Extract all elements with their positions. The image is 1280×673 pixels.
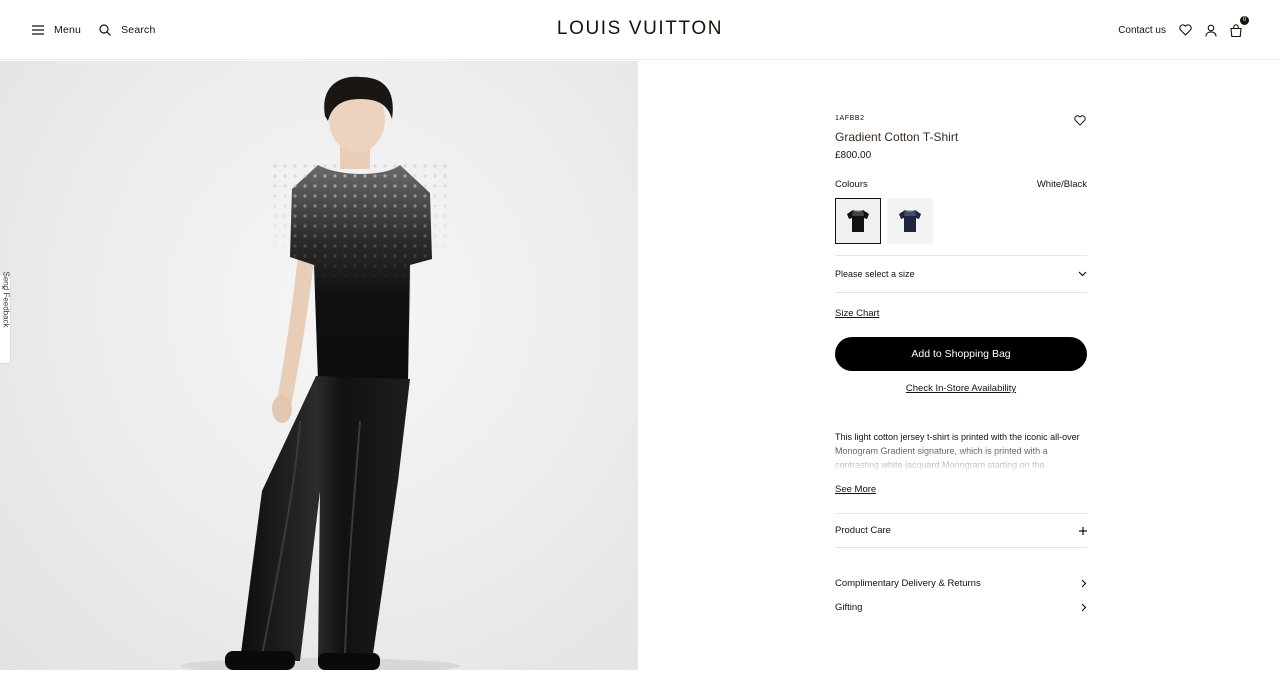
brand-logo[interactable]: LOUIS VUITTON xyxy=(0,18,1280,40)
header-right: Contact us 0 xyxy=(1118,0,1249,60)
product-care-accordion[interactable]: Product Care xyxy=(835,514,1087,547)
product-title: Gradient Cotton T-Shirt xyxy=(835,130,959,144)
check-in-store-availability-link[interactable]: Check In-Store Availability xyxy=(906,383,1016,394)
size-selector[interactable]: Please select a size xyxy=(835,256,1087,292)
gifting-link[interactable]: Gifting xyxy=(835,599,1087,615)
account-icon[interactable] xyxy=(1205,24,1217,37)
divider xyxy=(835,292,1087,293)
colour-swatches xyxy=(835,198,933,244)
product-care-label: Product Care xyxy=(835,525,891,536)
bag-count-badge: 0 xyxy=(1240,15,1249,25)
shopping-bag-icon[interactable]: 0 xyxy=(1230,15,1249,37)
size-placeholder: Please select a size xyxy=(835,269,915,279)
model-illustration xyxy=(180,76,460,670)
selected-colour-name: White/Black xyxy=(1036,179,1087,190)
send-feedback-tab[interactable]: × Send Feedback xyxy=(0,271,11,364)
chevron-right-icon xyxy=(1081,603,1087,612)
chevron-down-icon xyxy=(1078,271,1087,277)
gifting-label: Gifting xyxy=(835,601,863,613)
product-description: This light cotton jersey t-shirt is prin… xyxy=(835,432,1080,470)
contact-us-link[interactable]: Contact us xyxy=(1118,25,1166,36)
add-to-shopping-bag-button[interactable]: Add to Shopping Bag xyxy=(835,337,1087,371)
plus-icon xyxy=(1079,526,1087,535)
tshirt-navy-icon xyxy=(899,210,921,232)
site-header: Menu Search LOUIS VUITTON Contact us 0 xyxy=(0,0,1280,60)
product-sku: 1AFBB2 xyxy=(835,115,865,122)
see-more-link[interactable]: See More xyxy=(835,484,876,495)
divider xyxy=(835,547,1087,548)
wishlist-heart-icon[interactable] xyxy=(1179,24,1192,36)
chevron-right-icon xyxy=(1081,579,1087,588)
feedback-label: Send Feedback xyxy=(1,271,11,328)
product-price: £800.00 xyxy=(835,150,872,161)
size-chart-link[interactable]: Size Chart xyxy=(835,308,879,319)
add-to-wishlist-heart-icon[interactable] xyxy=(1074,115,1086,126)
colour-swatch-black[interactable] xyxy=(835,198,881,244)
product-image[interactable] xyxy=(0,61,638,670)
colour-swatch-navy[interactable] xyxy=(887,198,933,244)
delivery-returns-label: Complimentary Delivery & Returns xyxy=(835,577,981,589)
tshirt-black-icon xyxy=(847,210,869,232)
store-availability-row: Check In-Store Availability xyxy=(835,383,1087,394)
delivery-returns-link[interactable]: Complimentary Delivery & Returns xyxy=(835,575,1087,591)
colours-label: Colours xyxy=(835,179,868,190)
